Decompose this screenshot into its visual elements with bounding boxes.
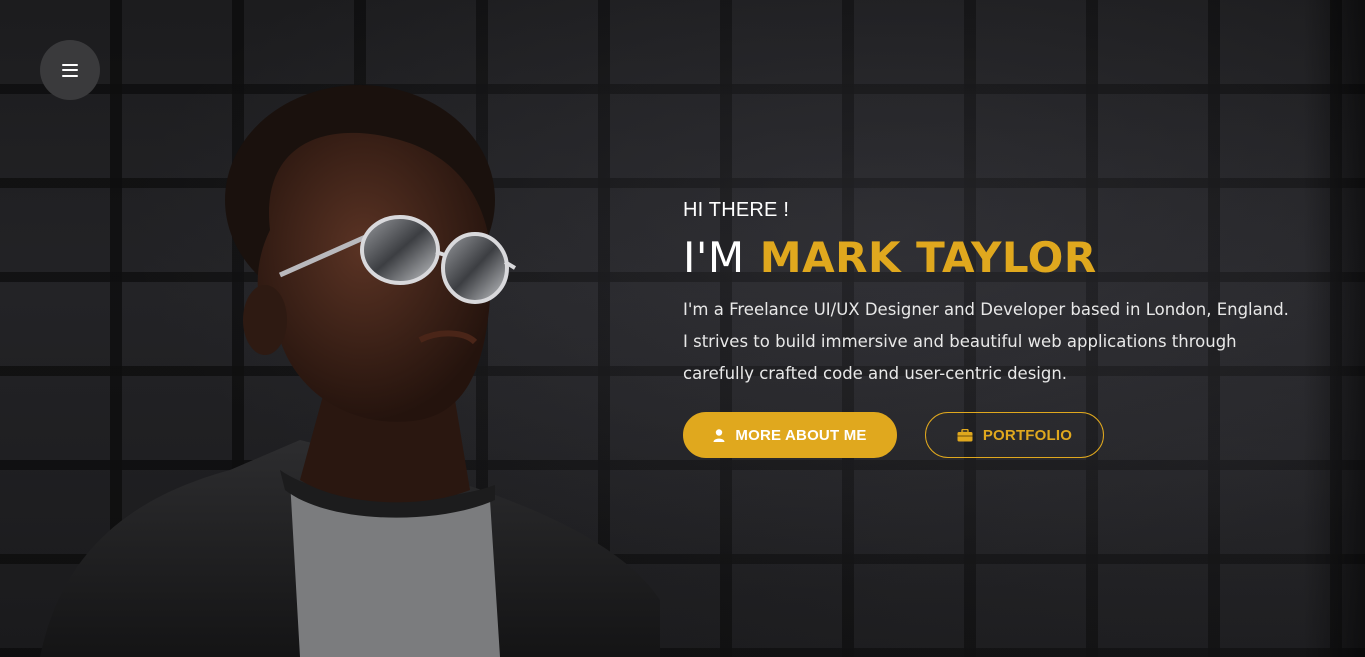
portfolio-button[interactable]: PORTFOLIO — [925, 412, 1104, 458]
more-about-me-button[interactable]: MORE ABOUT ME — [683, 412, 897, 458]
user-icon — [713, 428, 725, 442]
bio-line: carefully crafted code and user-centric … — [683, 364, 1068, 383]
hero-greeting: HI THERE ! — [683, 199, 790, 221]
hero-headline: I'M MARK TAYLOR — [683, 234, 1283, 282]
bio-line: I strives to build immersive and beautif… — [683, 332, 1237, 351]
hero-section: HI THERE ! I'M MARK TAYLOR I'm a Freelan… — [0, 0, 1365, 657]
headline-name: MARK TAYLOR — [759, 233, 1097, 282]
hero-actions: MORE ABOUT ME PORTFOLIO — [683, 412, 1283, 458]
hamburger-menu-icon — [62, 63, 78, 77]
more-about-me-label: MORE ABOUT ME — [735, 426, 867, 444]
bio-line: I'm a Freelance UI/UX Designer and Devel… — [683, 300, 1289, 319]
hero-bio: I'm a Freelance UI/UX Designer and Devel… — [683, 294, 1289, 390]
hero-portrait-image — [40, 85, 660, 657]
background-edge-shade — [1303, 0, 1365, 657]
briefcase-icon — [957, 428, 973, 442]
headline-prefix: I'M — [683, 233, 745, 282]
menu-button[interactable] — [40, 40, 100, 100]
hero-content: HI THERE ! I'M MARK TAYLOR I'm a Freelan… — [683, 196, 1289, 458]
portfolio-label: PORTFOLIO — [982, 426, 1073, 444]
